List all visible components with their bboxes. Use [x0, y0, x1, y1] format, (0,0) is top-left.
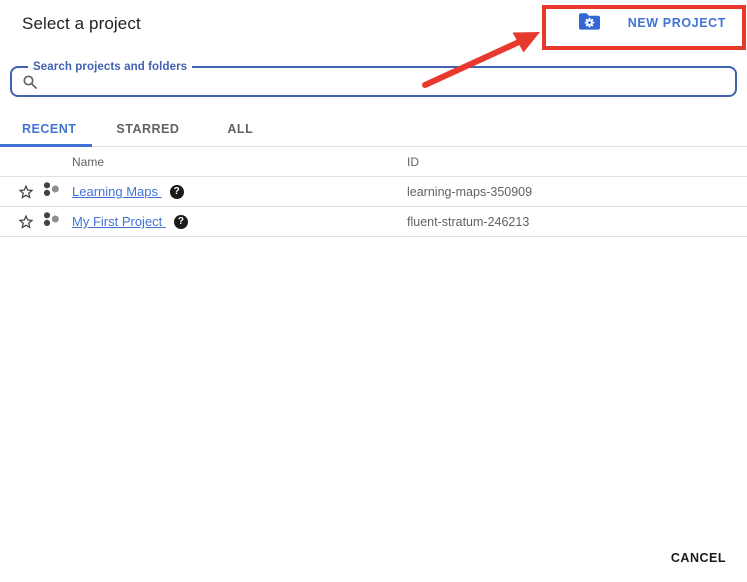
- help-icon[interactable]: ?: [174, 215, 188, 229]
- dialog-title: Select a project: [22, 14, 141, 34]
- table-header-row: Name ID: [0, 147, 747, 177]
- select-project-dialog: Select a project NEW PR: [0, 0, 747, 582]
- tab-recent[interactable]: RECENT: [0, 114, 92, 147]
- projects-table: Name ID Learning Maps: [0, 147, 747, 237]
- search-icon: [22, 74, 38, 90]
- project-dots-icon: [42, 180, 60, 203]
- tab-all[interactable]: ALL: [203, 114, 277, 147]
- column-header-id: ID: [407, 155, 747, 169]
- cancel-button[interactable]: CANCEL: [671, 551, 726, 565]
- project-id: fluent-stratum-246213: [407, 215, 747, 229]
- table-row[interactable]: Learning Maps ? learning-maps-350909: [0, 177, 747, 207]
- new-project-button-label: NEW PROJECT: [628, 16, 726, 30]
- star-toggle-icon[interactable]: [17, 183, 35, 201]
- project-id: learning-maps-350909: [407, 185, 747, 199]
- star-toggle-icon[interactable]: [17, 213, 35, 231]
- new-project-button[interactable]: NEW PROJECT: [578, 12, 726, 34]
- search-input[interactable]: [44, 74, 727, 89]
- tab-bar: RECENT STARRED ALL: [0, 114, 747, 147]
- new-project-folder-gear-icon: [578, 12, 601, 34]
- project-dots-icon: [42, 210, 60, 233]
- project-link[interactable]: My First Project: [72, 214, 166, 229]
- tab-starred[interactable]: STARRED: [92, 114, 203, 147]
- help-icon[interactable]: ?: [170, 185, 184, 199]
- search-field[interactable]: Search projects and folders: [10, 66, 737, 97]
- project-link[interactable]: Learning Maps: [72, 184, 162, 199]
- column-header-name: Name: [72, 155, 407, 169]
- search-field-label: Search projects and folders: [28, 60, 192, 74]
- table-row[interactable]: My First Project ? fluent-stratum-246213: [0, 207, 747, 237]
